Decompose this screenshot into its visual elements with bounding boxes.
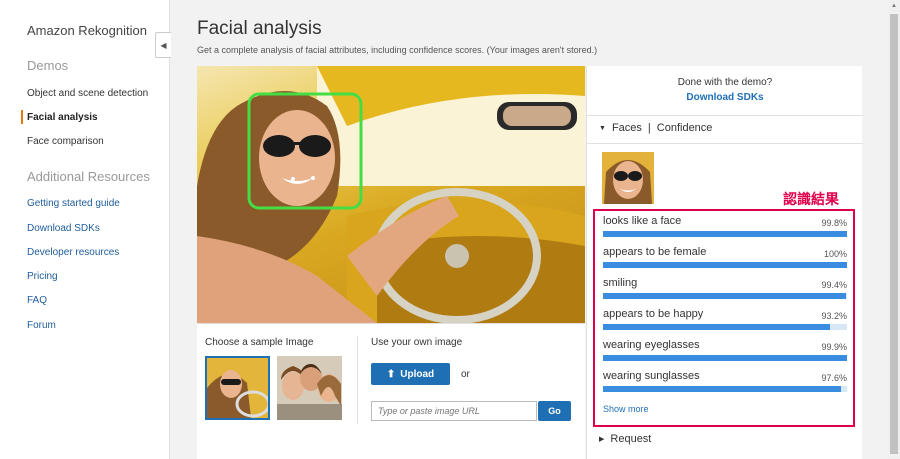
sidebar-item-pricing[interactable]: Pricing <box>27 271 58 282</box>
sidebar: Amazon Rekognition Demos Object and scen… <box>0 0 170 459</box>
result-row: wearing eyeglasses 99.9% <box>603 339 847 370</box>
confidence-bar <box>603 262 847 268</box>
done-text: Done with the demo? <box>677 77 773 88</box>
sidebar-collapse-button[interactable]: ◀ <box>155 32 171 58</box>
tab-faces-confidence[interactable]: ▼ Faces | Confidence <box>599 122 712 134</box>
sample-panel: Choose a sample Image Use your own image… <box>197 323 585 459</box>
upload-button[interactable]: ⬆ Upload <box>371 363 450 385</box>
triangle-down-icon: ▼ <box>599 124 606 132</box>
confidence-fill <box>603 293 846 299</box>
triangle-right-icon: ▶ <box>599 436 605 443</box>
tab-request[interactable]: ▶ Request <box>599 433 651 445</box>
result-label: looks like a face <box>603 215 682 227</box>
result-label: smiling <box>603 277 638 289</box>
result-row: appears to be female 100% <box>603 246 847 277</box>
choose-sample-label: Choose a sample Image <box>205 337 314 348</box>
confidence-bar <box>603 324 847 330</box>
annotation-label: 認識結果 <box>783 191 839 207</box>
result-label: appears to be happy <box>603 308 704 320</box>
tab-separator: | <box>647 122 651 134</box>
result-row: smiling 99.4% <box>603 277 847 308</box>
download-sdks-link[interactable]: Download SDKs <box>587 92 863 103</box>
sidebar-item-object-scene[interactable]: Object and scene detection <box>27 88 148 99</box>
sidebar-item-faq[interactable]: FAQ <box>27 295 47 306</box>
resources-heading: Additional Resources <box>27 169 150 184</box>
confidence-fill <box>603 324 831 330</box>
sidebar-item-face-comparison[interactable]: Face comparison <box>27 136 104 147</box>
request-tab-label: Request <box>610 433 652 445</box>
sidebar-item-getting-started[interactable]: Getting started guide <box>27 198 120 209</box>
result-value: 99.9% <box>821 342 847 352</box>
upload-icon: ⬆ <box>386 368 396 380</box>
scroll-thumb[interactable] <box>890 14 898 454</box>
sidebar-item-developer-resources[interactable]: Developer resources <box>27 247 119 258</box>
panel-divider <box>587 115 863 116</box>
tab-faces: Faces <box>611 122 642 134</box>
result-value: 99.4% <box>821 280 847 290</box>
result-value: 100% <box>823 249 847 259</box>
confidence-fill <box>603 262 847 268</box>
sample-divider <box>357 336 358 424</box>
sample-thumbnail-1[interactable] <box>205 356 270 420</box>
result-label: wearing sunglasses <box>603 370 700 382</box>
confidence-fill <box>603 386 842 392</box>
confidence-bar <box>603 386 847 392</box>
page-subtitle: Get a complete analysis of facial attrib… <box>197 45 598 55</box>
page-scrollbar[interactable]: ▲ <box>888 0 900 459</box>
confidence-bar <box>603 293 847 299</box>
confidence-bar <box>603 231 847 237</box>
confidence-bar <box>603 355 847 361</box>
go-button[interactable]: Go <box>538 401 571 421</box>
or-text: or <box>461 369 470 380</box>
demos-heading: Demos <box>27 58 69 73</box>
result-label: wearing eyeglasses <box>603 339 700 351</box>
scroll-up-icon[interactable]: ▲ <box>888 0 900 12</box>
image-url-input[interactable] <box>371 401 537 421</box>
chevron-left-icon: ◀ <box>160 40 167 50</box>
result-value: 97.6% <box>821 373 847 383</box>
active-indicator <box>21 110 23 124</box>
sidebar-title: Amazon Rekognition <box>27 23 147 38</box>
upload-button-label: Upload <box>400 368 435 380</box>
result-label: appears to be female <box>603 246 707 258</box>
result-value: 99.8% <box>821 218 847 228</box>
result-row: looks like a face 99.8% <box>603 215 847 246</box>
detected-face-thumbnail[interactable] <box>602 152 654 204</box>
confidence-fill <box>603 355 847 361</box>
sample-thumbnail-2[interactable] <box>277 356 342 420</box>
confidence-results: looks like a face 99.8% appears to be fe… <box>593 209 855 427</box>
tab-confidence: Confidence <box>656 122 713 134</box>
show-more-link[interactable]: Show more <box>603 404 649 414</box>
sidebar-item-forum[interactable]: Forum <box>27 320 56 331</box>
result-value: 93.2% <box>821 311 847 321</box>
result-row: appears to be happy 93.2% <box>603 308 847 339</box>
sidebar-item-facial-analysis[interactable]: Facial analysis <box>27 112 98 123</box>
own-image-label: Use your own image <box>371 337 463 348</box>
sidebar-item-download-sdks[interactable]: Download SDKs <box>27 223 100 234</box>
result-row: wearing sunglasses 97.6% <box>603 370 847 401</box>
confidence-fill <box>603 231 847 237</box>
analyzed-image <box>197 66 585 323</box>
panel-divider <box>587 143 863 144</box>
results-panel: Done with the demo? Download SDKs ▼ Face… <box>586 66 863 459</box>
page-title: Facial analysis <box>197 18 322 39</box>
